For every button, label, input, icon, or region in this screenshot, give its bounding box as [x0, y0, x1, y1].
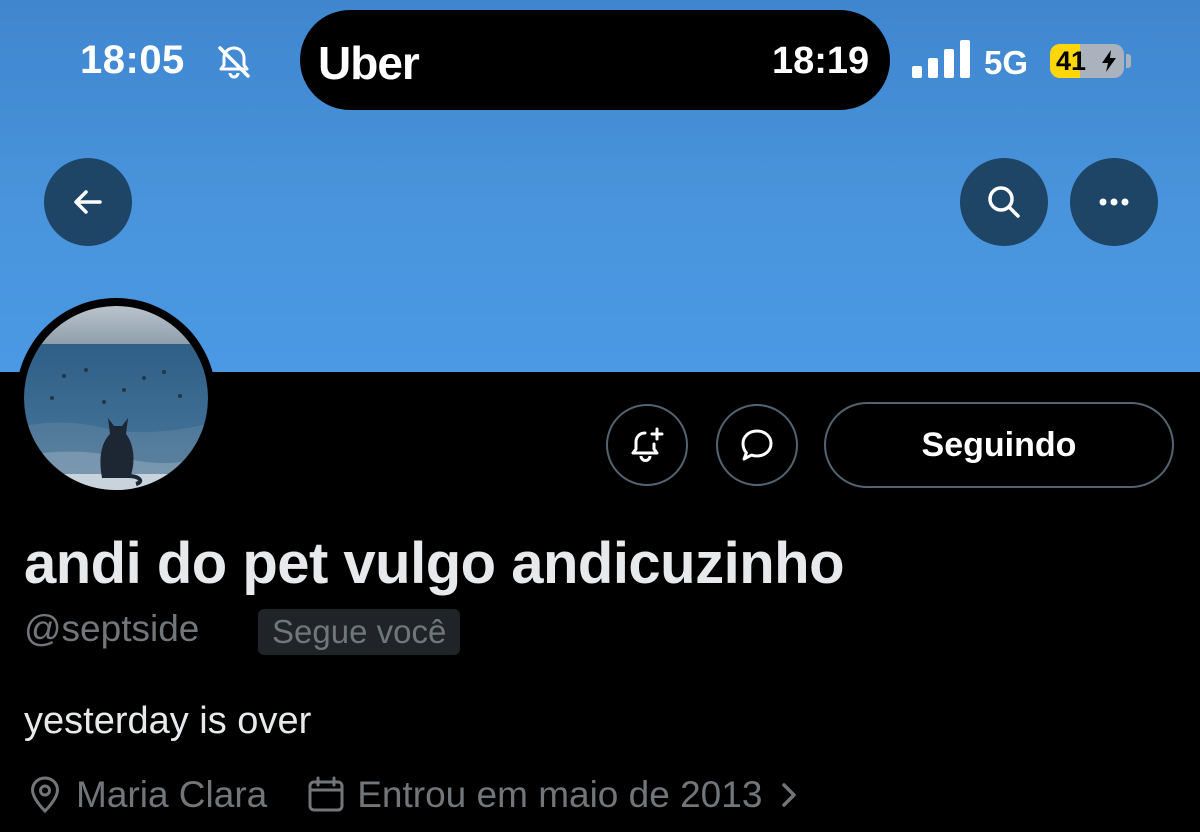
ellipsis-icon	[1099, 198, 1129, 206]
location-text: Maria Clara	[76, 774, 268, 815]
status-time: 18:05	[80, 38, 185, 82]
display-name: andi do pet vulgo andicuzinho	[24, 531, 845, 596]
profile-bio: yesterday is over	[24, 700, 312, 742]
follows-you-badge: Segue você	[258, 609, 461, 655]
cellular-signal-icon	[912, 40, 970, 78]
joined-date[interactable]: Entrou em maio de 2013	[357, 774, 762, 816]
bell-slash-icon	[218, 46, 250, 79]
charging-bolt-icon	[1102, 50, 1116, 72]
more-options-button[interactable]	[1070, 158, 1158, 246]
location-pin-icon	[30, 776, 60, 814]
live-activity-app-name: Uber	[318, 37, 420, 89]
cat-by-sea-image	[24, 306, 208, 490]
chat-bubble-icon	[741, 429, 773, 461]
live-activity-time: 18:19	[772, 40, 870, 82]
following-button[interactable]: Seguindo	[824, 402, 1174, 488]
battery-indicator: 41	[1050, 44, 1124, 78]
profile-meta: Maria Clara Entrou em maio de 2013	[24, 770, 802, 820]
calendar-icon	[308, 776, 344, 812]
battery-level: 41	[1056, 46, 1087, 76]
search-icon	[988, 186, 1020, 218]
chevron-right-icon[interactable]	[776, 780, 802, 810]
profile-avatar[interactable]	[16, 298, 216, 498]
search-button[interactable]	[960, 158, 1048, 246]
avatar-image	[24, 306, 208, 490]
bell-plus-icon	[631, 427, 664, 462]
notifications-button[interactable]	[606, 404, 688, 486]
username-handle: @septside	[24, 608, 200, 649]
back-button[interactable]	[44, 158, 132, 246]
arrow-left-icon	[74, 190, 102, 214]
network-type: 5G	[984, 44, 1029, 81]
battery-cap	[1126, 54, 1131, 68]
message-button[interactable]	[716, 404, 798, 486]
